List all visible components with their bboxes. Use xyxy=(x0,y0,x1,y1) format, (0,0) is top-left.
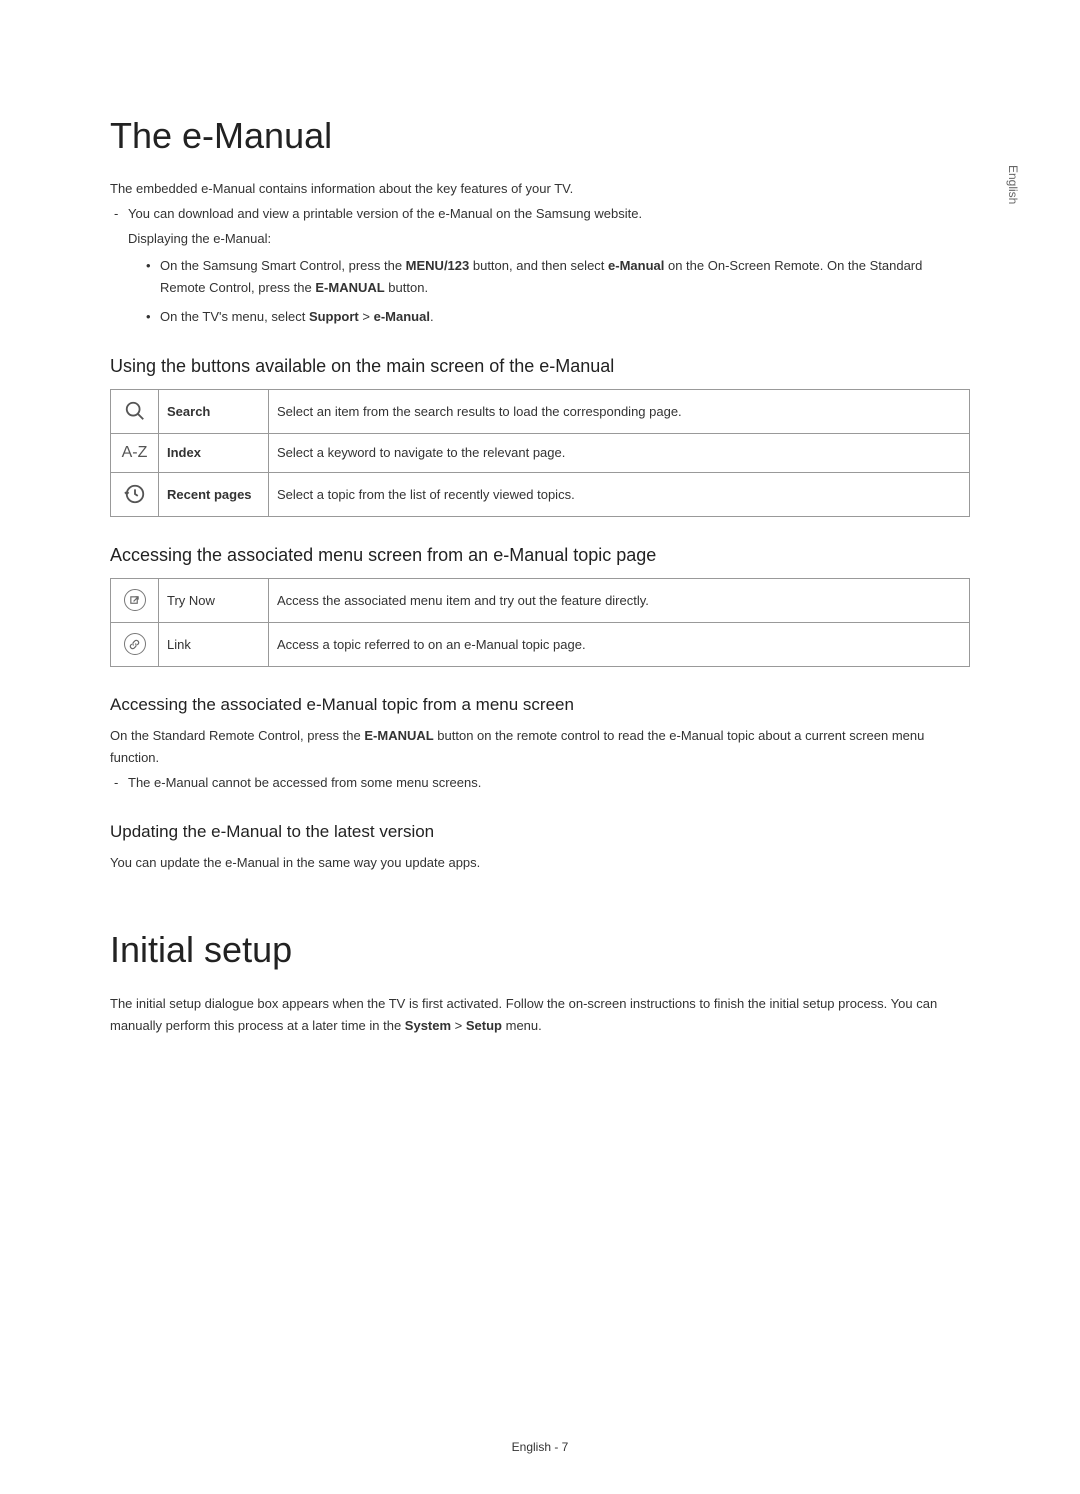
row-label: Index xyxy=(159,433,269,472)
table-main-screen-buttons: Search Select an item from the search re… xyxy=(110,389,970,517)
row-desc: Select a topic from the list of recently… xyxy=(269,472,970,516)
bullet-tv-menu: On the TV's menu, select Support > e-Man… xyxy=(110,306,970,328)
row-label: Try Now xyxy=(159,578,269,622)
table-topic-page-buttons: Try Now Access the associated menu item … xyxy=(110,578,970,667)
search-icon xyxy=(111,389,159,433)
table-row: Search Select an item from the search re… xyxy=(111,389,970,433)
table-row: Try Now Access the associated menu item … xyxy=(111,578,970,622)
language-side-label: English xyxy=(1006,165,1020,204)
table-row: Recent pages Select a topic from the lis… xyxy=(111,472,970,516)
row-label: Search xyxy=(159,389,269,433)
row-label: Recent pages xyxy=(159,472,269,516)
page-footer: English - 7 xyxy=(0,1440,1080,1454)
subheading-updating: Updating the e-Manual to the latest vers… xyxy=(110,822,970,842)
bullet-smart-control: On the Samsung Smart Control, press the … xyxy=(110,255,970,299)
topic-from-menu-para: On the Standard Remote Control, press th… xyxy=(110,725,970,769)
subheading-buttons-main-screen: Using the buttons available on the main … xyxy=(110,356,970,377)
document-page: English The e-Manual The embedded e-Manu… xyxy=(0,0,1080,1087)
row-desc: Access the associated menu item and try … xyxy=(269,578,970,622)
row-desc: Access a topic referred to on an e-Manua… xyxy=(269,622,970,666)
row-desc: Select a keyword to navigate to the rele… xyxy=(269,433,970,472)
download-note: You can download and view a printable ve… xyxy=(110,204,970,225)
az-icon: A-Z xyxy=(111,433,159,472)
displaying-label: Displaying the e-Manual: xyxy=(110,229,970,250)
table-row: A-Z Index Select a keyword to navigate t… xyxy=(111,433,970,472)
intro-text: The embedded e-Manual contains informati… xyxy=(110,179,970,200)
access-note: The e-Manual cannot be accessed from som… xyxy=(110,773,970,794)
link-icon xyxy=(111,622,159,666)
recent-pages-icon xyxy=(111,472,159,516)
heading-e-manual: The e-Manual xyxy=(110,115,970,157)
subheading-topic-from-menu: Accessing the associated e-Manual topic … xyxy=(110,695,970,715)
updating-para: You can update the e-Manual in the same … xyxy=(110,852,970,874)
row-desc: Select an item from the search results t… xyxy=(269,389,970,433)
table-row: Link Access a topic referred to on an e-… xyxy=(111,622,970,666)
row-label: Link xyxy=(159,622,269,666)
try-now-icon xyxy=(111,578,159,622)
heading-initial-setup: Initial setup xyxy=(110,929,970,971)
initial-setup-para: The initial setup dialogue box appears w… xyxy=(110,993,970,1037)
subheading-associated-menu-from-topic: Accessing the associated menu screen fro… xyxy=(110,545,970,566)
